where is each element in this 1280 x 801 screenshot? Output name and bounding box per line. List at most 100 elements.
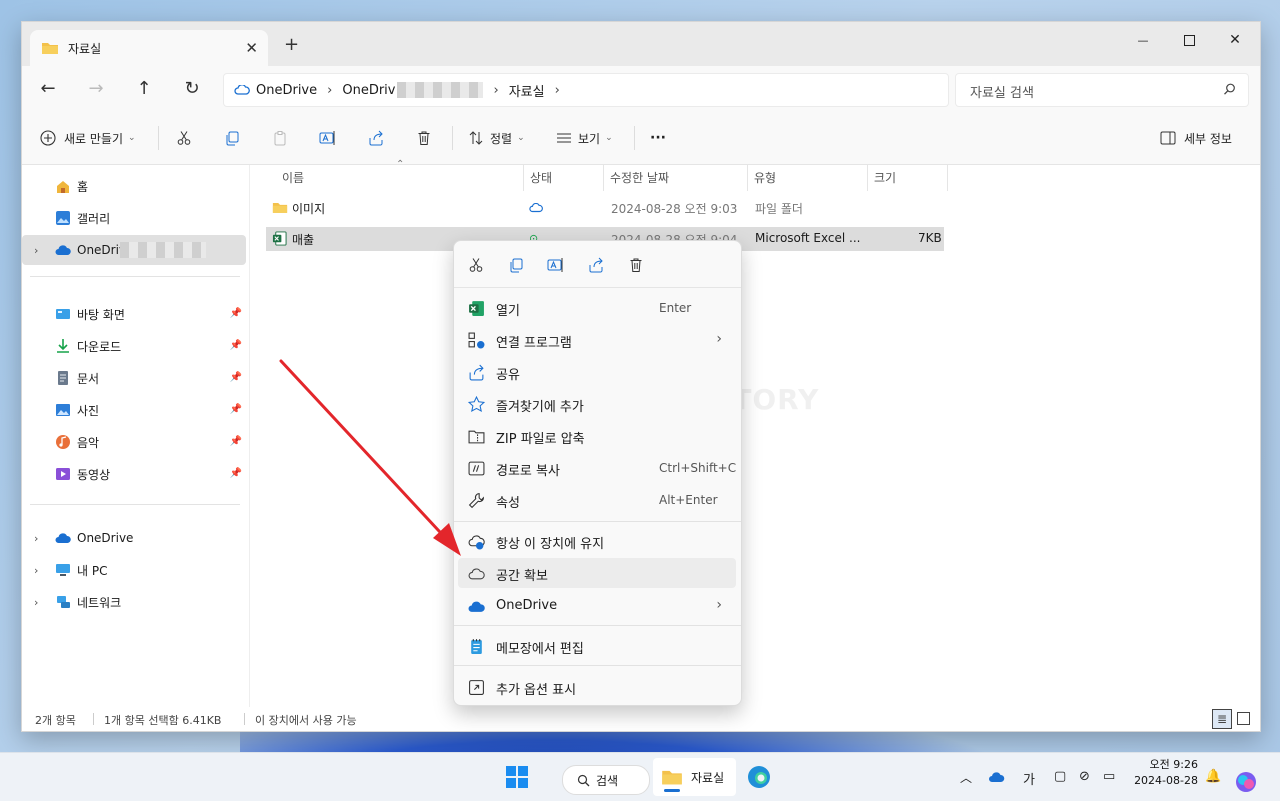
column-divider[interactable] (747, 165, 748, 191)
sidebar-item-network[interactable]: › 네트워크 (22, 587, 248, 617)
pin-icon[interactable]: 📌 (230, 340, 242, 351)
taskbar-edge[interactable] (746, 758, 772, 796)
copilot-button[interactable] (1234, 763, 1258, 801)
menu-item-free-up-space[interactable]: 공간 확보 (458, 558, 736, 588)
sidebar-item-gallery[interactable]: 갤러리 (22, 203, 248, 233)
tab-close-icon[interactable]: ✕ (245, 39, 258, 57)
arrow-left-icon: ← (40, 78, 56, 99)
context-cut-button[interactable] (466, 255, 486, 275)
context-share-button[interactable] (586, 255, 606, 275)
details-pane-button[interactable]: 세부 정보 (1158, 126, 1232, 150)
share-button[interactable] (366, 126, 386, 150)
column-header-type[interactable]: 유형 (754, 169, 776, 186)
command-bar: 새로 만들기 ⌄ 정렬 ⌄ 보기 ⌄ ··· 세부 정보 (22, 112, 1260, 165)
menu-item-show-more-options[interactable]: 추가 옵션 표시 (458, 672, 736, 702)
new-tab-button[interactable]: + (284, 34, 299, 55)
cut-button[interactable] (174, 126, 194, 150)
column-divider[interactable] (867, 165, 868, 191)
sidebar-item-desktop[interactable]: 바탕 화면 📌 (22, 299, 248, 329)
column-divider[interactable] (523, 165, 524, 191)
column-header-status[interactable]: 상태 (530, 169, 552, 186)
context-delete-button[interactable] (626, 255, 646, 275)
search-box[interactable]: 자료실 검색 (955, 73, 1249, 107)
refresh-button[interactable]: ↻ (180, 78, 204, 102)
column-divider[interactable] (947, 165, 948, 191)
pin-icon[interactable]: 📌 (230, 436, 242, 447)
onedrive-icon (468, 601, 485, 612)
close-icon: ✕ (1229, 32, 1241, 48)
menu-item-always-keep-on-device[interactable]: 항상 이 장치에 유지 (458, 526, 736, 556)
sidebar-item-onedrive[interactable]: › OneDrive (22, 523, 248, 553)
menu-item-properties[interactable]: 속성 Alt+Enter (458, 485, 736, 515)
notification-bell-icon[interactable]: 🔔 (1205, 769, 1221, 784)
sort-button[interactable]: 정렬 ⌄ (466, 126, 525, 150)
active-app-indicator (664, 789, 680, 792)
pin-icon[interactable]: 📌 (230, 308, 242, 319)
pin-icon[interactable]: 📌 (230, 372, 242, 383)
menu-item-compress-zip[interactable]: ZIP 파일로 압축 (458, 421, 736, 451)
chevron-right-icon: › (34, 531, 39, 545)
details-view-toggle[interactable]: ≣ (1212, 709, 1232, 729)
battery-icon[interactable]: ▭ (1103, 769, 1115, 784)
search-input[interactable]: 자료실 검색 (970, 82, 1034, 101)
menu-item-onedrive[interactable]: OneDrive › (458, 591, 736, 621)
menu-item-open-with[interactable]: 연결 프로그램 › (458, 325, 736, 355)
menu-item-edit-in-notepad[interactable]: 메모장에서 편집 (458, 631, 736, 661)
delete-button[interactable] (414, 126, 434, 150)
sidebar-item-this-pc[interactable]: › 내 PC (22, 555, 248, 585)
sidebar-item-documents[interactable]: 문서 📌 (22, 363, 248, 393)
tiles-view-toggle[interactable] (1237, 712, 1250, 725)
sidebar-item-home[interactable]: 홈 (22, 171, 248, 201)
onedrive-tray-icon[interactable] (988, 771, 1006, 783)
back-button[interactable]: ← (36, 78, 60, 102)
new-button[interactable]: 새로 만들기 ⌄ (38, 126, 136, 150)
menu-item-copy-path[interactable]: 경로로 복사 Ctrl+Shift+C (458, 453, 736, 483)
more-options-button[interactable]: ··· (650, 126, 666, 150)
column-header-size[interactable]: 크기 (874, 169, 896, 186)
monitor-icon[interactable]: ▢ (1054, 769, 1066, 784)
start-button[interactable] (505, 758, 529, 796)
sidebar-item-videos[interactable]: 동영상 📌 (22, 459, 248, 489)
menu-item-open[interactable]: 열기 Enter (458, 293, 736, 323)
column-header-modified[interactable]: 수정한 날짜 (610, 169, 669, 186)
menu-item-share[interactable]: 공유 (458, 357, 736, 387)
up-button[interactable]: ↑ (132, 78, 156, 102)
pin-icon[interactable]: 📌 (230, 404, 242, 415)
breadcrumb-separator[interactable]: › (327, 83, 332, 98)
copy-button[interactable] (222, 126, 242, 150)
ime-indicator[interactable]: 가 (1023, 769, 1035, 788)
breadcrumb-onedrive-personal[interactable]: OneDriv (342, 82, 484, 98)
context-copy-button[interactable] (506, 255, 526, 275)
file-row-images-folder[interactable]: 이미지 2024-08-28 오전 9:03 파일 폴더 (266, 196, 944, 220)
minimize-button[interactable]: — (1120, 26, 1166, 54)
breadcrumb-jaryosil[interactable]: 자료실 (509, 81, 545, 100)
sidebar-item-onedrive-personal[interactable]: › OneDriv (22, 235, 246, 265)
tab-jaryosil[interactable]: 자료실 ✕ (30, 30, 268, 66)
maximize-button[interactable] (1166, 26, 1212, 54)
rename-button[interactable] (318, 126, 338, 150)
menu-item-add-to-favorites[interactable]: 즐겨찾기에 추가 (458, 389, 736, 419)
network-status-icon[interactable]: ⊘ (1079, 769, 1090, 784)
breadcrumb-onedrive[interactable]: OneDrive (234, 83, 317, 98)
sidebar-item-pictures[interactable]: 사진 📌 (22, 395, 248, 425)
context-rename-button[interactable] (546, 255, 566, 275)
shortcut: Enter (659, 301, 692, 315)
view-button[interactable]: 보기 ⌄ (554, 126, 613, 150)
system-clock[interactable]: 오전 9:26 2024-08-28 (1130, 757, 1198, 789)
pin-icon[interactable]: 📌 (230, 468, 242, 479)
column-header-name[interactable]: 이름 (282, 169, 304, 186)
breadcrumb-separator[interactable]: › (493, 83, 498, 98)
show-hidden-icons-button[interactable]: ︿ (960, 769, 972, 786)
close-window-button[interactable]: ✕ (1212, 26, 1258, 54)
address-bar[interactable]: OneDrive › OneDriv › 자료실 › (223, 73, 949, 107)
redacted-name (120, 242, 206, 258)
trash-icon (414, 128, 434, 148)
item-count: 2개 항목 (35, 714, 76, 727)
paste-button[interactable] (270, 126, 290, 150)
breadcrumb-separator[interactable]: › (555, 83, 560, 98)
column-divider[interactable] (603, 165, 604, 191)
sidebar-item-music[interactable]: 음악 📌 (22, 427, 248, 457)
sidebar-item-downloads[interactable]: 다운로드 📌 (22, 331, 248, 361)
taskbar-search[interactable]: 검색 (562, 765, 650, 795)
forward-button[interactable]: → (84, 78, 108, 102)
